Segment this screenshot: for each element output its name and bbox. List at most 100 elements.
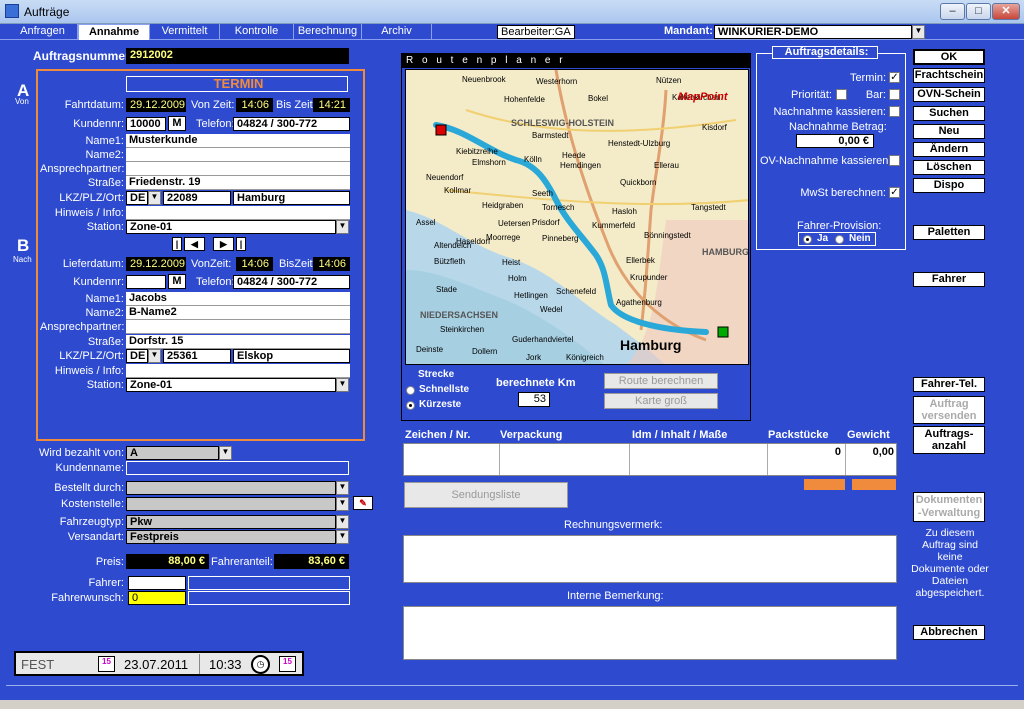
fahrer-field[interactable] — [128, 576, 186, 590]
tab-kontrolle[interactable]: Kontrolle — [220, 24, 294, 40]
goods-cell-packstuecke[interactable]: 0 — [768, 444, 846, 475]
goods-cell-zeichen[interactable] — [404, 444, 500, 475]
karte-gross-button[interactable]: Karte groß — [604, 393, 718, 409]
auftrag-versenden-button[interactable]: Auftrag versenden — [913, 396, 985, 424]
plz-field[interactable]: 22089 — [163, 191, 231, 205]
last-icon[interactable]: | — [236, 237, 246, 251]
kostenstelle-dropdown-icon[interactable]: ▼ — [336, 497, 349, 511]
close-button[interactable]: ✕ — [992, 3, 1020, 20]
provision-ja-radio[interactable] — [803, 235, 812, 244]
ov-nachnahme-checkbox[interactable] — [889, 155, 900, 166]
kunden-search-button[interactable]: M — [168, 116, 186, 131]
kostenstelle-edit-icon[interactable]: ✎ — [353, 496, 373, 510]
nachnahme-checkbox[interactable] — [889, 106, 900, 117]
minimize-button[interactable]: ‒ — [940, 3, 965, 20]
lieferung-station-field[interactable]: Zone-01 — [126, 378, 336, 392]
tab-annahme[interactable]: Annahme — [78, 24, 150, 40]
interne-bemerkung-input[interactable] — [403, 606, 897, 660]
sendungsliste-button[interactable]: Sendungsliste — [404, 482, 568, 508]
strasse-field[interactable]: Friedenstr. 19 — [126, 176, 350, 190]
lieferung-telefon-field[interactable]: 04824 / 300-772 — [233, 275, 350, 289]
bezahlt-dropdown-icon[interactable]: ▼ — [219, 446, 232, 460]
tab-anfragen[interactable]: Anfragen — [8, 24, 78, 40]
prev-icon[interactable]: ◀ — [184, 237, 205, 251]
fahrzeugtyp-field[interactable]: Pkw — [126, 515, 336, 529]
name1-field[interactable]: Musterkunde — [126, 134, 350, 148]
lieferung-biszeit-field[interactable]: 14:06 — [313, 257, 350, 271]
lieferdatum-field[interactable]: 29.12.2009 — [126, 257, 186, 271]
ok-button[interactable]: OK — [913, 49, 985, 65]
tab-vermittelt[interactable]: Vermittelt — [150, 24, 220, 40]
prioritaet-checkbox[interactable] — [836, 89, 847, 100]
lieferung-name2-field[interactable]: B-Name2 — [126, 306, 350, 320]
lieferung-station-dropdown-icon[interactable]: ▼ — [336, 378, 349, 392]
kundenname-field[interactable] — [126, 461, 349, 475]
vonzeit-field[interactable]: 14:06 — [236, 98, 273, 112]
neu-button[interactable]: Neu — [913, 124, 985, 139]
loeschen-button[interactable]: Löschen — [913, 160, 985, 175]
calendar-icon[interactable]: 15 — [98, 656, 115, 672]
abbrechen-button[interactable]: Abbrechen — [913, 625, 985, 640]
versandart-dropdown-icon[interactable]: ▼ — [336, 530, 349, 544]
fahrdatum-field[interactable]: 29.12.2009 — [126, 98, 186, 112]
fahreranteil-field[interactable]: 83,60 € — [274, 554, 349, 569]
calendar-alt-icon[interactable]: 15 — [279, 656, 296, 672]
lieferung-name1-field[interactable]: Jacobs — [126, 292, 350, 306]
lkz-field[interactable]: DE — [126, 191, 148, 205]
ansprechpartner-field[interactable] — [126, 162, 350, 176]
auftragsanzahl-button[interactable]: Auftrags- anzahl — [913, 426, 985, 454]
next-icon[interactable]: ▶ — [213, 237, 234, 251]
lieferung-plz-field[interactable]: 25361 — [163, 349, 231, 363]
station-dropdown-icon[interactable]: ▼ — [336, 220, 349, 234]
fahrer-button[interactable]: Fahrer — [913, 272, 985, 287]
goods-cell-gewicht[interactable]: 0,00 — [846, 444, 896, 475]
kundennr-field[interactable]: 10000 — [126, 117, 166, 131]
km-field[interactable]: 53 — [518, 392, 550, 407]
schnellste-radio[interactable] — [406, 386, 415, 395]
first-icon[interactable]: | — [172, 237, 182, 251]
nachnahme-betrag-field[interactable]: 0,00 € — [796, 134, 874, 148]
lieferung-kundennr-field[interactable] — [126, 275, 166, 289]
provision-nein-radio[interactable] — [835, 235, 844, 244]
bestellt-field[interactable] — [126, 481, 336, 495]
name2-field[interactable] — [126, 148, 350, 162]
rechnungsvermerk-input[interactable] — [403, 535, 897, 583]
goods-cell-verpackung[interactable] — [500, 444, 630, 475]
ort-field[interactable]: Hamburg — [233, 191, 350, 205]
auftragsnummer-field[interactable]: 2912002 — [126, 48, 349, 64]
lkz-dropdown-icon[interactable]: ▼ — [148, 191, 161, 205]
lieferung-ansprech-field[interactable] — [126, 320, 350, 334]
telefon-field[interactable]: 04824 / 300-772 — [233, 117, 350, 131]
tab-berechnung[interactable]: Berechnung — [294, 24, 362, 40]
route-berechnen-button[interactable]: Route berechnen — [604, 373, 718, 389]
fahrer-tel-button[interactable]: Fahrer-Tel. — [913, 377, 985, 392]
lieferung-kunden-search-button[interactable]: M — [168, 274, 186, 289]
termin-checkbox[interactable]: ✓ — [889, 72, 900, 83]
biszeit-field[interactable]: 14:21 — [313, 98, 350, 112]
lieferung-ort-field[interactable]: Elskop — [233, 349, 350, 363]
fahrzeugtyp-dropdown-icon[interactable]: ▼ — [336, 515, 349, 529]
paletten-button[interactable]: Paletten — [913, 225, 985, 240]
lieferung-vonzeit-field[interactable]: 14:06 — [236, 257, 273, 271]
lieferung-lkz-field[interactable]: DE — [126, 349, 148, 363]
bestellt-dropdown-icon[interactable]: ▼ — [336, 481, 349, 495]
lieferung-strasse-field[interactable]: Dorfstr. 15 — [126, 335, 350, 349]
goods-table[interactable]: 0 0,00 — [403, 443, 897, 476]
suchen-button[interactable]: Suchen — [913, 106, 985, 121]
goods-cell-inhalt[interactable] — [630, 444, 768, 475]
preis-field[interactable]: 88,00 € — [126, 554, 209, 569]
tab-archiv[interactable]: Archiv — [362, 24, 432, 40]
mandant-select[interactable]: WINKURIER-DEMO — [714, 25, 912, 39]
dokumente-button[interactable]: Dokumenten -Verwaltung — [913, 492, 985, 522]
lieferung-hinweis-field[interactable] — [126, 364, 350, 378]
clock-icon[interactable]: ◷ — [251, 655, 270, 674]
mwst-checkbox[interactable]: ✓ — [889, 187, 900, 198]
station-field[interactable]: Zone-01 — [126, 220, 336, 234]
aendern-button[interactable]: Ändern — [913, 142, 985, 157]
maximize-button[interactable]: □ — [966, 3, 991, 20]
lieferung-lkz-dropdown-icon[interactable]: ▼ — [148, 349, 161, 363]
kostenstelle-field[interactable] — [126, 497, 336, 511]
ovn-schein-button[interactable]: OVN-Schein — [913, 87, 985, 102]
mandant-dropdown-icon[interactable]: ▼ — [912, 25, 925, 39]
bar-checkbox[interactable] — [889, 89, 900, 100]
